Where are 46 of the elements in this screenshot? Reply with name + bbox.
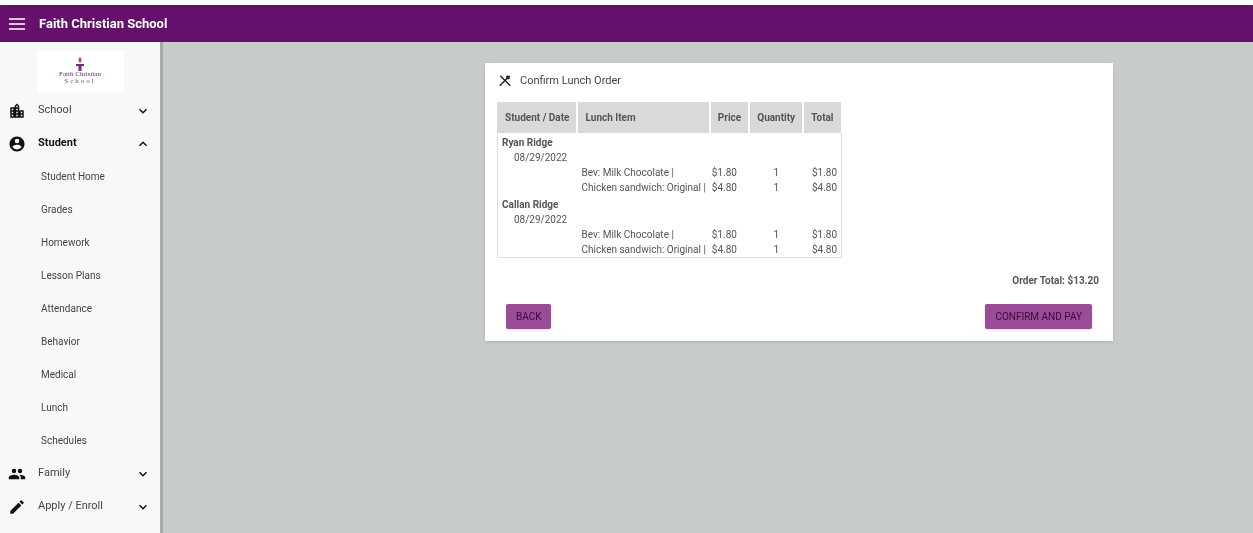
table-cell-text: $1.80 bbox=[710, 227, 738, 242]
nav-subitem[interactable]: Homework bbox=[0, 226, 160, 259]
nav-item[interactable]: School bbox=[0, 94, 160, 127]
table-cell: Chicken sandwich: Original | bbox=[577, 241, 710, 257]
column-header: Quantity bbox=[749, 102, 804, 133]
student-name: Callan Ridge bbox=[497, 194, 578, 212]
column-header: Price bbox=[709, 102, 750, 133]
nav-subitem[interactable]: Lesson Plans bbox=[0, 259, 160, 292]
table-cell-text: 1 bbox=[772, 165, 780, 180]
fork-and-spoon-icon bbox=[498, 74, 512, 88]
column-header: Total bbox=[803, 102, 842, 133]
nav-item[interactable]: Apply / Enroll bbox=[0, 490, 160, 523]
column-header: Lunch Item bbox=[577, 102, 710, 133]
table-cell: $4.80 bbox=[803, 241, 842, 257]
nav-item[interactable]: Family bbox=[0, 457, 160, 490]
torch-icon bbox=[75, 57, 85, 71]
order-total: Order Total: $13.20 bbox=[1012, 273, 1099, 288]
nav-item[interactable]: Student bbox=[0, 127, 160, 160]
nav-subitem[interactable]: Attendance bbox=[0, 292, 160, 325]
table-cell-text: Chicken sandwich: Original | bbox=[580, 180, 707, 195]
nav-subitem[interactable]: Schedules bbox=[0, 424, 160, 457]
table-cell-text: $1.80 bbox=[710, 165, 738, 180]
table-cell: $1.80 bbox=[803, 226, 842, 242]
building-icon bbox=[8, 101, 26, 120]
table-cell-text: $4.80 bbox=[710, 180, 738, 195]
table-cell-text: 1 bbox=[772, 180, 780, 195]
app-title: Faith Christian School bbox=[39, 14, 168, 33]
order-date: 08/29/2022 bbox=[497, 211, 578, 227]
table-cell-text: Bev: Milk Chocolate | bbox=[580, 165, 675, 180]
table-cell: $4.80 bbox=[709, 241, 750, 257]
nav-subitem[interactable]: Lunch bbox=[0, 391, 160, 424]
order-date: 08/29/2022 bbox=[497, 149, 578, 165]
pencil-icon bbox=[8, 497, 26, 516]
table-cell-text: 1 bbox=[772, 227, 780, 242]
table-cell-text: Bev: Milk Chocolate | bbox=[580, 227, 675, 242]
card-title: Confirm Lunch Order bbox=[520, 72, 622, 89]
column-header: Student / Date bbox=[497, 102, 578, 133]
table-cell: $4.80 bbox=[803, 179, 842, 195]
nav-subitem[interactable]: Grades bbox=[0, 193, 160, 226]
table-cell: 1 bbox=[749, 241, 804, 257]
table-cell: $1.80 bbox=[803, 164, 842, 180]
nav-subitem[interactable]: Behavior bbox=[0, 325, 160, 358]
nav-subitem[interactable]: Medical bbox=[0, 358, 160, 391]
nav-subitem[interactable]: Student Home bbox=[0, 160, 160, 193]
menu-icon[interactable] bbox=[9, 16, 25, 31]
student-name: Ryan Ridge bbox=[497, 132, 578, 150]
